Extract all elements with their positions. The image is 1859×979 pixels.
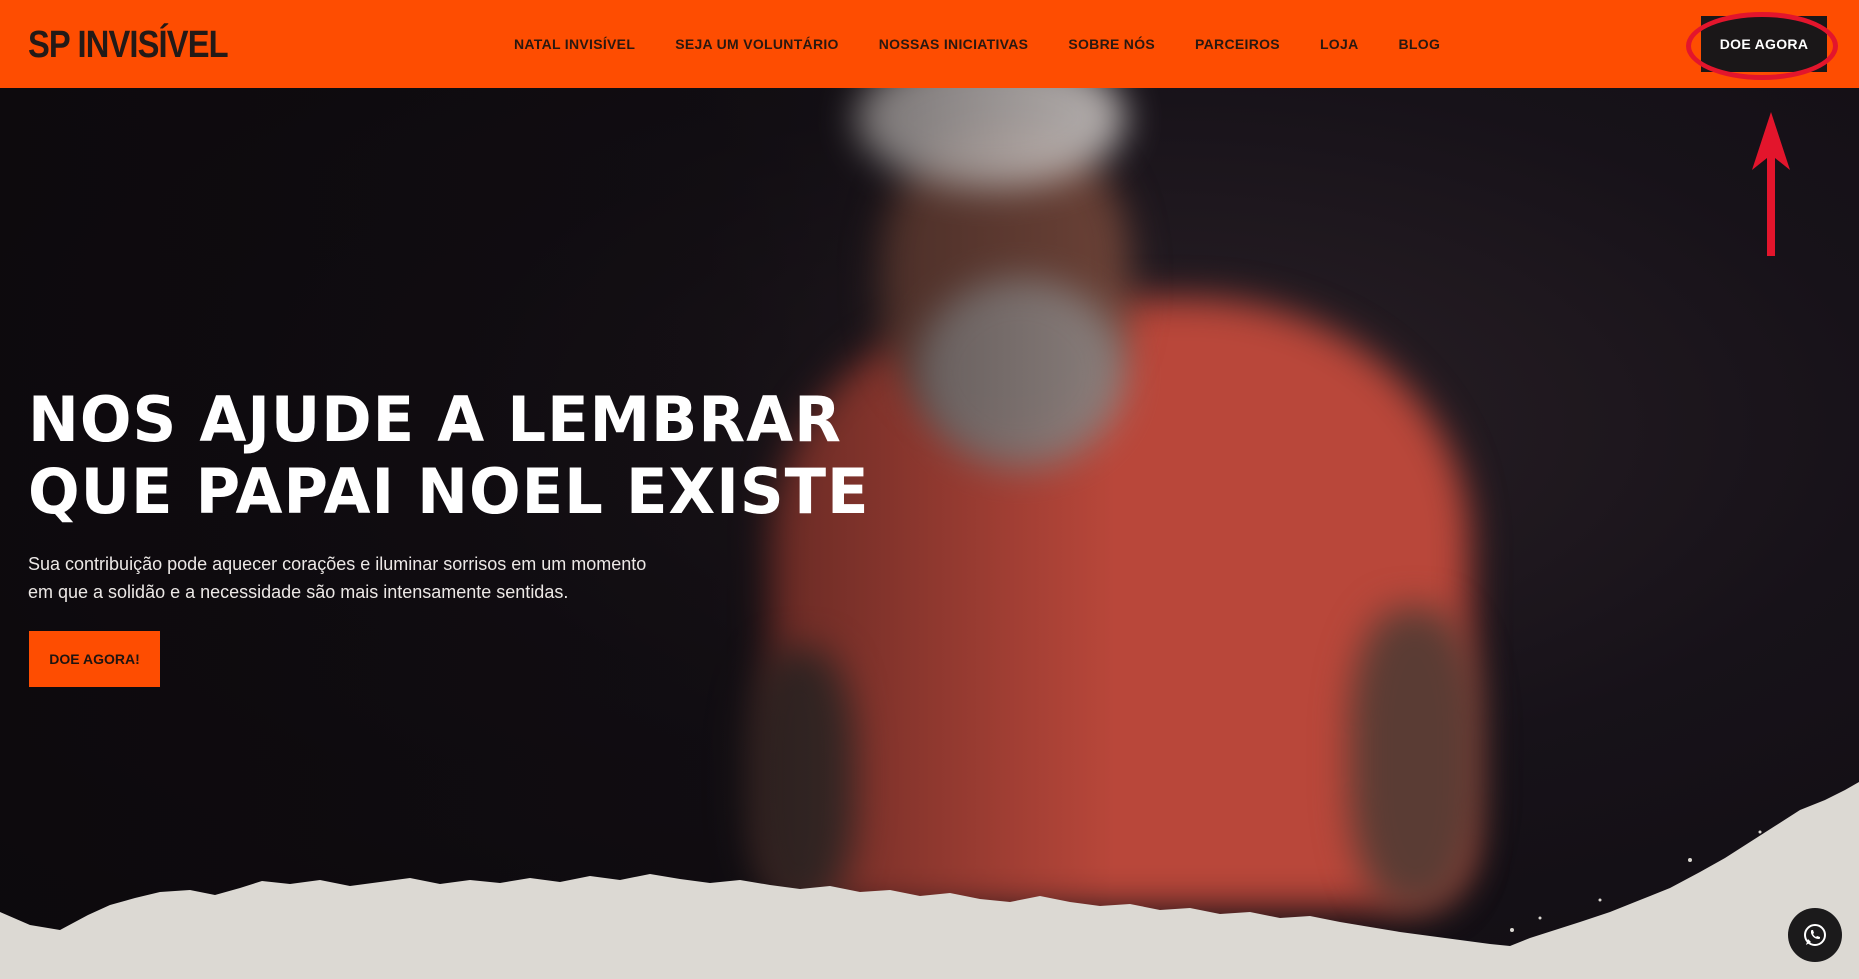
hero-description-line1: Sua contribuição pode aquecer corações e… — [28, 554, 647, 574]
donate-now-button[interactable]: DOE AGORA — [1701, 16, 1827, 72]
nav-item-nossas-iniciativas[interactable]: NOSSAS INICIATIVAS — [879, 36, 1029, 52]
hero-overlay — [0, 88, 1859, 979]
nav-item-parceiros[interactable]: PARCEIROS — [1195, 36, 1280, 52]
hero-headline-line2: QUE PAPAI NOEL EXISTE — [28, 455, 870, 528]
hero-headline: NOS AJUDE A LEMBRAR QUE PAPAI NOEL EXIST… — [28, 384, 928, 528]
main-nav: NATAL INVISÍVEL SEJA UM VOLUNTÁRIO NOSSA… — [514, 36, 1480, 52]
nav-item-sobre-nos[interactable]: SOBRE NÓS — [1068, 36, 1155, 52]
annotation-arrow — [1752, 112, 1790, 256]
nav-item-seja-voluntario[interactable]: SEJA UM VOLUNTÁRIO — [675, 36, 839, 52]
nav-item-natal-invisivel[interactable]: NATAL INVISÍVEL — [514, 36, 635, 52]
hero-donate-button[interactable]: DOE AGORA! — [29, 631, 160, 687]
site-header: SP INVISÍVEL NATAL INVISÍVEL SEJA UM VOL… — [0, 0, 1859, 88]
hero-description-line2: em que a solidão e a necessidade são mai… — [28, 582, 569, 602]
hero-headline-line1: NOS AJUDE A LEMBRAR — [28, 383, 842, 456]
hero-section: NOS AJUDE A LEMBRAR QUE PAPAI NOEL EXIST… — [0, 88, 1859, 979]
whatsapp-icon — [1804, 924, 1826, 946]
nav-item-blog[interactable]: BLOG — [1399, 36, 1441, 52]
whatsapp-button[interactable] — [1788, 908, 1842, 962]
hero-description: Sua contribuição pode aquecer corações e… — [28, 550, 688, 606]
nav-item-loja[interactable]: LOJA — [1320, 36, 1359, 52]
site-logo[interactable]: SP INVISÍVEL — [28, 24, 229, 66]
